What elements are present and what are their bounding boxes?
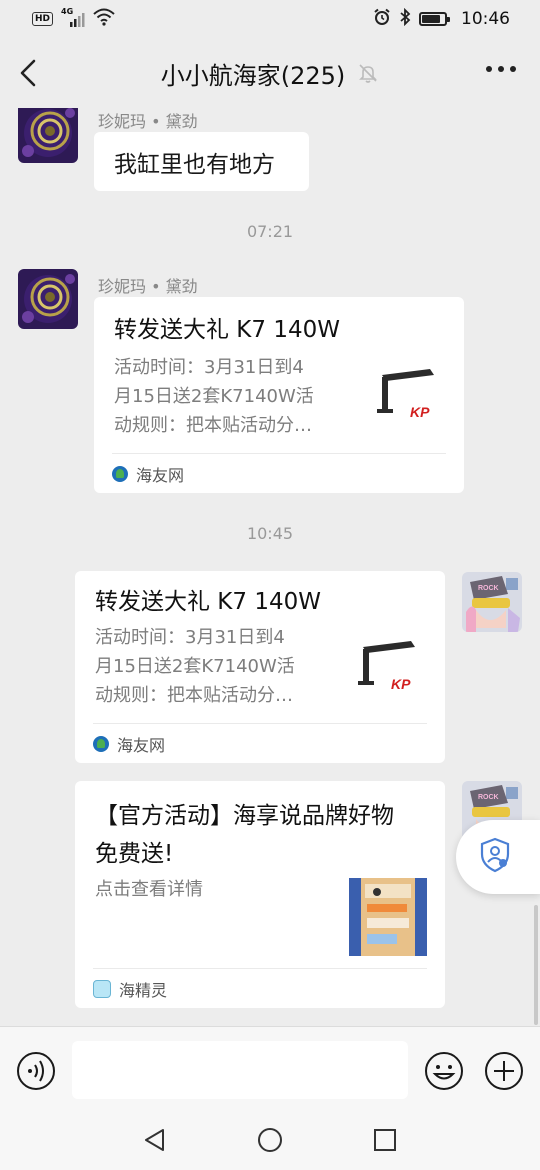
system-nav-bar <box>0 1112 540 1170</box>
card-source-name: 海友网 <box>136 465 185 485</box>
nav-recent-icon[interactable] <box>371 1126 399 1154</box>
coral-avatar-image <box>18 269 78 329</box>
avatar[interactable]: ROCK <box>462 572 522 632</box>
card-title-line: 免费送! <box>95 841 174 867</box>
plus-icon[interactable] <box>484 1051 524 1091</box>
self-avatar-image: ROCK <box>462 572 522 632</box>
card-title: 转发送大礼 K7 140W <box>114 317 340 343</box>
status-bar: HD 4G 10:46 <box>0 0 540 38</box>
status-time: 10:46 <box>461 9 510 29</box>
message-text: 我缸里也有地方 <box>114 151 275 178</box>
chat-header: 小小航海家(225) <box>0 38 540 108</box>
card-thumbnail <box>349 878 427 956</box>
card-source-name: 海友网 <box>117 735 166 755</box>
avatar[interactable] <box>18 108 78 163</box>
card-source: 海友网 <box>93 723 427 763</box>
chat-messages[interactable]: 珍妮玛 • 黛劲 我缸里也有地方 07:21 珍妮玛 • 黛劲 转发送大礼 K7… <box>0 108 540 1026</box>
haiyou-logo-icon <box>112 465 128 482</box>
shield-icon <box>478 837 512 877</box>
card-title: 【官方活动】海享说品牌好物 免费送! <box>95 797 435 873</box>
sender-name: 珍妮玛 • 黛劲 <box>98 277 198 296</box>
nav-home-icon[interactable] <box>256 1126 284 1154</box>
input-bar <box>0 1026 540 1112</box>
card-description: 活动时间：3月31日到4 月15日送2套K7140W活 动规则：把本贴活动分… <box>114 353 352 440</box>
thumb-badge: KP <box>410 404 430 420</box>
hd-badge: HD <box>32 12 54 26</box>
card-desc-line: 动规则：把本贴活动分… <box>114 415 312 436</box>
haijingling-logo-icon <box>93 979 111 998</box>
card-desc-line: 活动时间：3月31日到4 <box>114 357 304 378</box>
card-description: 活动时间：3月31日到4 月15日送2套K7140W活 动规则：把本贴活动分… <box>95 623 333 710</box>
back-arrow-icon[interactable] <box>16 58 44 88</box>
status-right: 10:46 <box>373 7 510 31</box>
status-left: HD 4G <box>32 7 115 31</box>
wifi-icon <box>93 8 115 31</box>
card-desc-line: 月15日送2套K7140W活 <box>114 386 314 407</box>
card-thumbnail: KP <box>353 631 425 703</box>
timestamp: 10:45 <box>246 524 294 543</box>
message-input[interactable] <box>72 1041 408 1099</box>
card-source: 海友网 <box>112 453 446 493</box>
network-type: 4G <box>61 7 74 16</box>
more-icon[interactable] <box>486 66 516 72</box>
signal-icon: 4G <box>61 7 85 28</box>
link-card[interactable]: 转发送大礼 K7 140W 活动时间：3月31日到4 月15日送2套K7140W… <box>94 297 464 493</box>
timestamp: 07:21 <box>246 222 294 241</box>
scrollbar[interactable] <box>534 905 538 1025</box>
svg-text:ROCK: ROCK <box>478 794 499 801</box>
card-title-line: 【官方活动】海享说品牌好物 <box>95 803 394 829</box>
card-source-name: 海精灵 <box>119 980 168 1000</box>
card-title: 转发送大礼 K7 140W <box>95 589 321 615</box>
sender-name: 珍妮玛 • 黛劲 <box>98 112 198 131</box>
card-thumbnail: KP <box>372 359 444 431</box>
haiyou-logo-icon <box>93 735 109 752</box>
alarm-icon <box>373 8 391 31</box>
svg-text:ROCK: ROCK <box>478 585 499 592</box>
avatar[interactable] <box>18 269 78 329</box>
chat-title[interactable]: 小小航海家(225) <box>161 56 346 91</box>
card-desc-line: 月15日送2套K7140W活 <box>95 656 295 677</box>
card-source: 海精灵 <box>93 968 427 1008</box>
emoji-icon[interactable] <box>424 1051 464 1091</box>
text-message-bubble[interactable]: 我缸里也有地方 <box>94 132 309 191</box>
card-description: 点击查看详情 <box>95 879 203 900</box>
thumb-badge: KP <box>391 676 411 692</box>
floating-shield-button[interactable] <box>456 820 540 894</box>
card-desc-line: 动规则：把本贴活动分… <box>95 685 293 706</box>
battery-icon <box>419 12 450 26</box>
nav-back-icon[interactable] <box>141 1126 169 1154</box>
mute-bell-icon <box>357 62 379 84</box>
link-card[interactable]: 转发送大礼 K7 140W 活动时间：3月31日到4 月15日送2套K7140W… <box>75 571 445 763</box>
battery-fill <box>422 15 440 23</box>
voice-icon[interactable] <box>16 1051 56 1091</box>
bluetooth-icon <box>399 7 411 31</box>
card-desc-line: 活动时间：3月31日到4 <box>95 627 285 648</box>
coral-avatar-image <box>18 108 78 163</box>
link-card[interactable]: 【官方活动】海享说品牌好物 免费送! 点击查看详情 海精灵 <box>75 781 445 1008</box>
